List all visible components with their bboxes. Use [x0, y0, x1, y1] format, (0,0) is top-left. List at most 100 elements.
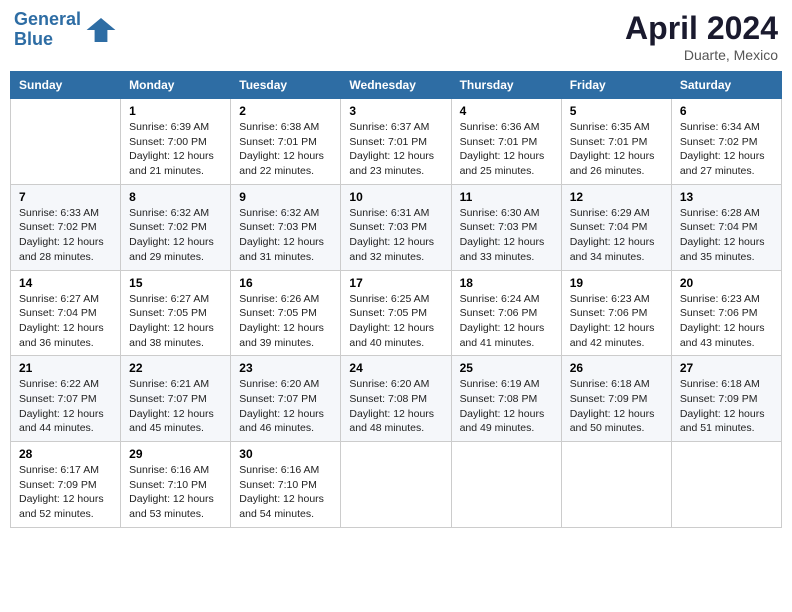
- day-cell: 26 Sunrise: 6:18 AMSunset: 7:09 PMDayligh…: [561, 356, 671, 442]
- header-cell-tuesday: Tuesday: [231, 72, 341, 99]
- day-info: Sunrise: 6:31 AMSunset: 7:03 PMDaylight:…: [349, 206, 442, 265]
- calendar-body: 1Sunrise: 6:39 AMSunset: 7:00 PMDaylight…: [11, 99, 782, 528]
- header-cell-monday: Monday: [121, 72, 231, 99]
- day-info: Sunrise: 6:22 AMSunset: 7:07 PMDaylight:…: [19, 377, 112, 436]
- page-header: General Blue April 2024 Duarte, Mexico: [10, 10, 782, 63]
- day-cell: 24 Sunrise: 6:20 AMSunset: 7:08 PMDayligh…: [341, 356, 451, 442]
- day-info: Sunrise: 6:35 AMSunset: 7:01 PMDaylight:…: [570, 120, 663, 179]
- day-number: 4: [460, 104, 553, 118]
- day-number: 17: [349, 276, 442, 290]
- location-title: Duarte, Mexico: [625, 47, 778, 63]
- day-number: 25: [460, 361, 553, 375]
- week-row-3: 21 Sunrise: 6:22 AMSunset: 7:07 PMDayligh…: [11, 356, 782, 442]
- title-block: April 2024 Duarte, Mexico: [625, 10, 778, 63]
- day-info: Sunrise: 6:23 AMSunset: 7:06 PMDaylight:…: [680, 292, 773, 351]
- day-number: 26: [570, 361, 663, 375]
- calendar-table: SundayMondayTuesdayWednesdayThursdayFrid…: [10, 71, 782, 528]
- day-info: Sunrise: 6:16 AMSunset: 7:10 PMDaylight:…: [239, 463, 332, 522]
- day-cell: 4 Sunrise: 6:36 AMSunset: 7:01 PMDaylight…: [451, 99, 561, 185]
- day-cell: 23Sunrise: 6:20 AMSunset: 7:07 PMDayligh…: [231, 356, 341, 442]
- day-info: Sunrise: 6:20 AMSunset: 7:07 PMDaylight:…: [239, 377, 332, 436]
- day-info: Sunrise: 6:29 AMSunset: 7:04 PMDaylight:…: [570, 206, 663, 265]
- day-info: Sunrise: 6:28 AMSunset: 7:04 PMDaylight:…: [680, 206, 773, 265]
- day-number: 20: [680, 276, 773, 290]
- day-info: Sunrise: 6:37 AMSunset: 7:01 PMDaylight:…: [349, 120, 442, 179]
- day-info: Sunrise: 6:27 AMSunset: 7:05 PMDaylight:…: [129, 292, 222, 351]
- day-number: 27: [680, 361, 773, 375]
- logo: General Blue: [14, 10, 117, 50]
- day-number: 22: [129, 361, 222, 375]
- day-number: 13: [680, 190, 773, 204]
- day-number: 12: [570, 190, 663, 204]
- day-info: Sunrise: 6:19 AMSunset: 7:08 PMDaylight:…: [460, 377, 553, 436]
- day-info: Sunrise: 6:24 AMSunset: 7:06 PMDaylight:…: [460, 292, 553, 351]
- day-cell: 25 Sunrise: 6:19 AMSunset: 7:08 PMDayligh…: [451, 356, 561, 442]
- day-number: 9: [239, 190, 332, 204]
- day-cell: 17 Sunrise: 6:25 AMSunset: 7:05 PMDayligh…: [341, 270, 451, 356]
- day-cell: 6Sunrise: 6:34 AMSunset: 7:02 PMDaylight…: [671, 99, 781, 185]
- day-cell: [11, 99, 121, 185]
- day-cell: 1Sunrise: 6:39 AMSunset: 7:00 PMDaylight…: [121, 99, 231, 185]
- day-info: Sunrise: 6:32 AMSunset: 7:03 PMDaylight:…: [239, 206, 332, 265]
- day-number: 5: [570, 104, 663, 118]
- day-number: 29: [129, 447, 222, 461]
- day-info: Sunrise: 6:20 AMSunset: 7:08 PMDaylight:…: [349, 377, 442, 436]
- day-info: Sunrise: 6:23 AMSunset: 7:06 PMDaylight:…: [570, 292, 663, 351]
- month-title: April 2024: [625, 10, 778, 47]
- day-cell: 10Sunrise: 6:31 AMSunset: 7:03 PMDayligh…: [341, 184, 451, 270]
- day-cell: 19 Sunrise: 6:23 AMSunset: 7:06 PMDayligh…: [561, 270, 671, 356]
- day-cell: 5 Sunrise: 6:35 AMSunset: 7:01 PMDaylight…: [561, 99, 671, 185]
- day-number: 8: [129, 190, 222, 204]
- header-cell-friday: Friday: [561, 72, 671, 99]
- day-info: Sunrise: 6:32 AMSunset: 7:02 PMDaylight:…: [129, 206, 222, 265]
- day-cell: [451, 442, 561, 528]
- day-number: 3: [349, 104, 442, 118]
- day-number: 30: [239, 447, 332, 461]
- day-cell: 2 Sunrise: 6:38 AMSunset: 7:01 PMDaylight…: [231, 99, 341, 185]
- day-number: 28: [19, 447, 112, 461]
- day-cell: 9 Sunrise: 6:32 AMSunset: 7:03 PMDaylight…: [231, 184, 341, 270]
- day-number: 24: [349, 361, 442, 375]
- day-info: Sunrise: 6:30 AMSunset: 7:03 PMDaylight:…: [460, 206, 553, 265]
- day-info: Sunrise: 6:26 AMSunset: 7:05 PMDaylight:…: [239, 292, 332, 351]
- day-number: 19: [570, 276, 663, 290]
- logo-text: General Blue: [14, 10, 81, 50]
- day-info: Sunrise: 6:27 AMSunset: 7:04 PMDaylight:…: [19, 292, 112, 351]
- day-number: 21: [19, 361, 112, 375]
- day-cell: 30 Sunrise: 6:16 AMSunset: 7:10 PMDayligh…: [231, 442, 341, 528]
- day-cell: 16Sunrise: 6:26 AMSunset: 7:05 PMDayligh…: [231, 270, 341, 356]
- day-info: Sunrise: 6:34 AMSunset: 7:02 PMDaylight:…: [680, 120, 773, 179]
- day-cell: 22Sunrise: 6:21 AMSunset: 7:07 PMDayligh…: [121, 356, 231, 442]
- day-cell: 28 Sunrise: 6:17 AMSunset: 7:09 PMDayligh…: [11, 442, 121, 528]
- day-info: Sunrise: 6:16 AMSunset: 7:10 PMDaylight:…: [129, 463, 222, 522]
- header-cell-thursday: Thursday: [451, 72, 561, 99]
- day-info: Sunrise: 6:18 AMSunset: 7:09 PMDaylight:…: [570, 377, 663, 436]
- calendar-header: SundayMondayTuesdayWednesdayThursdayFrid…: [11, 72, 782, 99]
- day-cell: 13 Sunrise: 6:28 AMSunset: 7:04 PMDayligh…: [671, 184, 781, 270]
- day-info: Sunrise: 6:33 AMSunset: 7:02 PMDaylight:…: [19, 206, 112, 265]
- day-number: 1: [129, 104, 222, 118]
- day-cell: 12 Sunrise: 6:29 AMSunset: 7:04 PMDayligh…: [561, 184, 671, 270]
- day-number: 18: [460, 276, 553, 290]
- day-number: 11: [460, 190, 553, 204]
- day-cell: 18 Sunrise: 6:24 AMSunset: 7:06 PMDayligh…: [451, 270, 561, 356]
- day-cell: 20 Sunrise: 6:23 AMSunset: 7:06 PMDayligh…: [671, 270, 781, 356]
- header-cell-saturday: Saturday: [671, 72, 781, 99]
- day-cell: 11 Sunrise: 6:30 AMSunset: 7:03 PMDayligh…: [451, 184, 561, 270]
- day-cell: 27 Sunrise: 6:18 AMSunset: 7:09 PMDayligh…: [671, 356, 781, 442]
- day-info: Sunrise: 6:17 AMSunset: 7:09 PMDaylight:…: [19, 463, 112, 522]
- header-cell-wednesday: Wednesday: [341, 72, 451, 99]
- logo-icon: [85, 14, 117, 46]
- header-cell-sunday: Sunday: [11, 72, 121, 99]
- day-info: Sunrise: 6:25 AMSunset: 7:05 PMDaylight:…: [349, 292, 442, 351]
- day-info: Sunrise: 6:18 AMSunset: 7:09 PMDaylight:…: [680, 377, 773, 436]
- day-cell: 21 Sunrise: 6:22 AMSunset: 7:07 PMDayligh…: [11, 356, 121, 442]
- week-row-2: 14Sunrise: 6:27 AMSunset: 7:04 PMDayligh…: [11, 270, 782, 356]
- day-cell: 29 Sunrise: 6:16 AMSunset: 7:10 PMDayligh…: [121, 442, 231, 528]
- week-row-1: 7Sunrise: 6:33 AMSunset: 7:02 PMDaylight…: [11, 184, 782, 270]
- day-cell: 8 Sunrise: 6:32 AMSunset: 7:02 PMDaylight…: [121, 184, 231, 270]
- day-info: Sunrise: 6:38 AMSunset: 7:01 PMDaylight:…: [239, 120, 332, 179]
- day-info: Sunrise: 6:36 AMSunset: 7:01 PMDaylight:…: [460, 120, 553, 179]
- day-cell: 7Sunrise: 6:33 AMSunset: 7:02 PMDaylight…: [11, 184, 121, 270]
- day-number: 2: [239, 104, 332, 118]
